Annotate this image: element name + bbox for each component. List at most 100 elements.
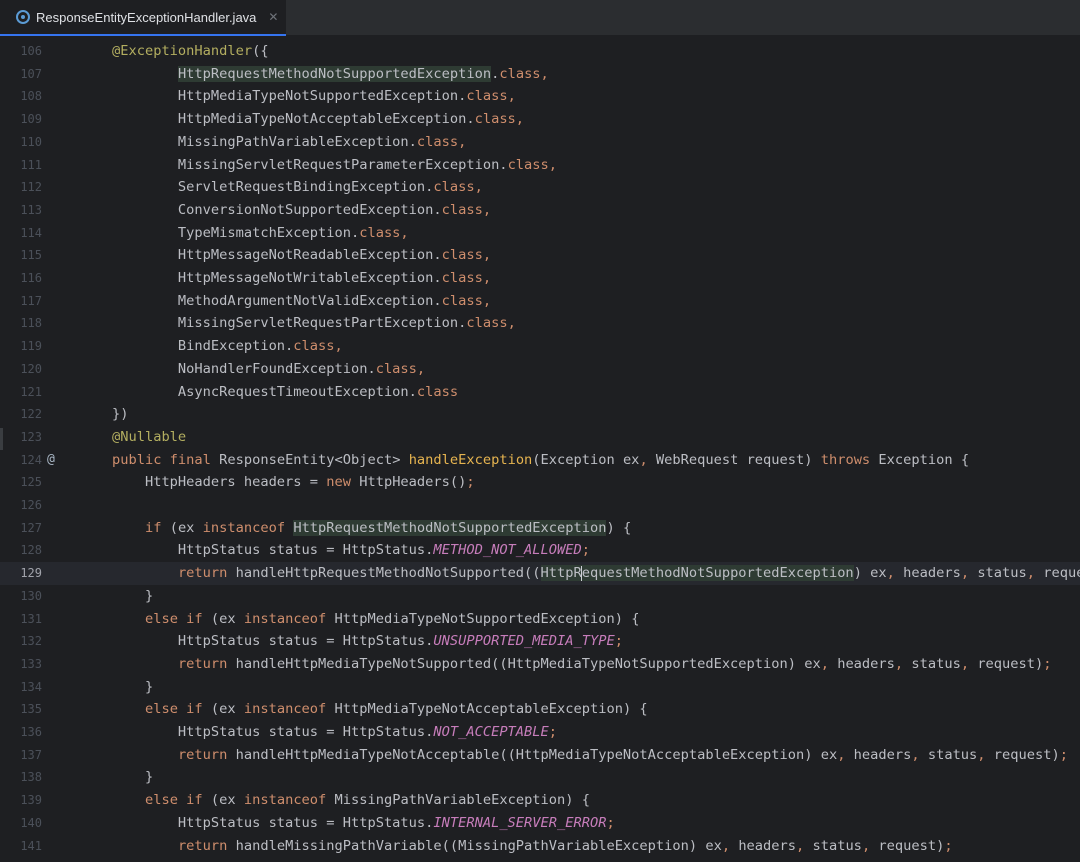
code-line[interactable]: 118 MissingServletRequestPartException.c… — [0, 312, 1080, 335]
code-token: class — [474, 111, 516, 128]
code-token: @Nullable — [112, 428, 187, 445]
code-token: , — [796, 837, 813, 854]
java-class-icon — [16, 10, 30, 24]
code-line[interactable]: 106 @ExceptionHandler({ — [0, 40, 1080, 63]
line-number: 134 — [20, 679, 42, 694]
code-token: MissingPathVariableException. — [112, 133, 417, 150]
code-token: HttpHeaders headers = — [112, 474, 327, 491]
code-line[interactable]: 113 ConversionNotSupportedException.clas… — [0, 199, 1080, 222]
code-token: headers — [738, 837, 796, 854]
code-token: class — [441, 201, 483, 218]
code-token: ; — [606, 814, 615, 831]
code-line[interactable]: 111 MissingServletRequestParameterExcept… — [0, 154, 1080, 177]
code-line[interactable]: 127 if (ex instanceof HttpRequestMethodN… — [0, 517, 1080, 540]
code-text: NoHandlerFoundException.class, — [112, 358, 425, 381]
code-token: , — [1026, 565, 1044, 582]
code-line[interactable]: 123 @Nullable — [0, 426, 1080, 449]
editor-tab[interactable]: ResponseEntityExceptionHandler.java ✕ — [0, 0, 286, 36]
code-token: class — [466, 88, 508, 105]
line-number: 140 — [20, 815, 42, 830]
code-token: , — [482, 292, 492, 309]
code-token: , — [639, 451, 656, 468]
line-number: 110 — [20, 134, 42, 149]
code-token: return — [177, 746, 236, 763]
code-line[interactable]: 128 HttpStatus status = HttpStatus.METHO… — [0, 539, 1080, 562]
code-line[interactable]: 133 return handleHttpMediaTypeNotSupport… — [0, 653, 1080, 676]
line-number: 124 — [20, 452, 42, 467]
code-line[interactable]: 138 } — [0, 766, 1080, 789]
line-number: 132 — [20, 634, 42, 649]
line-number: 115 — [20, 248, 42, 263]
code-line[interactable]: 114 TypeMismatchException.class, — [0, 222, 1080, 245]
code-text: HttpStatus status = HttpStatus.METHOD_NO… — [112, 539, 590, 562]
code-line[interactable]: 137 return handleHttpMediaTypeNotAccepta… — [0, 744, 1080, 767]
line-number: 131 — [20, 611, 42, 626]
code-line[interactable]: 141 return handleMissingPathVariable((Mi… — [0, 835, 1080, 858]
code-token: HttpStatus status = HttpStatus. — [112, 814, 434, 831]
code-token: public final — [112, 451, 220, 468]
code-text: } — [112, 676, 153, 699]
code-token: handleMissingPathVariable((MissingPathVa… — [235, 837, 722, 854]
code-token: , — [482, 247, 492, 264]
code-text: TypeMismatchException.class, — [112, 222, 409, 245]
code-line[interactable]: 122}) — [0, 403, 1080, 426]
code-token: handleHttpMediaTypeNotSupported((HttpMed… — [235, 655, 821, 672]
line-number: 128 — [20, 543, 42, 558]
code-text: HttpMessageNotWritableException.class, — [112, 267, 491, 290]
code-token: return — [177, 565, 236, 582]
code-line[interactable]: 107 HttpRequestMethodNotSupportedExcepti… — [0, 63, 1080, 86]
code-token: status — [812, 837, 862, 854]
code-token: , — [507, 88, 516, 105]
code-line[interactable]: 140 HttpStatus status = HttpStatus.INTER… — [0, 812, 1080, 835]
code-line[interactable]: 120 NoHandlerFoundException.class, — [0, 358, 1080, 381]
line-number: 106 — [20, 44, 42, 58]
code-token: , — [820, 655, 838, 672]
code-text: else if (ex instanceof HttpMediaTypeNotS… — [112, 608, 639, 631]
code-text: HttpMediaTypeNotSupportedException.class… — [112, 85, 516, 108]
code-line[interactable]: 126 — [0, 494, 1080, 517]
code-text: return handleHttpRequestMethodNotSupport… — [112, 562, 1080, 585]
code-token: , — [861, 837, 879, 854]
code-token: instanceof — [243, 610, 335, 627]
code-line[interactable]: 136 HttpStatus status = HttpStatus.NOT_A… — [0, 721, 1080, 744]
code-line[interactable]: 108 HttpMediaTypeNotSupportedException.c… — [0, 85, 1080, 108]
code-token: , — [458, 133, 467, 150]
code-line[interactable]: 112 ServletRequestBindingException.class… — [0, 176, 1080, 199]
line-number: 139 — [20, 793, 42, 808]
code-text: HttpStatus status = HttpStatus.UNSUPPORT… — [112, 630, 623, 653]
code-line[interactable]: 117 MethodArgumentNotValidException.clas… — [0, 290, 1080, 313]
code-token: , — [977, 746, 994, 763]
code-line[interactable]: 125 HttpHeaders headers = new HttpHeader… — [0, 471, 1080, 494]
code-text: MissingServletRequestPartException.class… — [112, 312, 516, 335]
code-line[interactable]: 135 else if (ex instanceof HttpMediaType… — [0, 698, 1080, 721]
code-line[interactable]: 115 HttpMessageNotReadableException.clas… — [0, 244, 1080, 267]
code-token: headers — [903, 565, 961, 582]
code-line[interactable]: 139 else if (ex instanceof MissingPathVa… — [0, 789, 1080, 812]
code-token: ) ex — [853, 565, 887, 582]
code-line[interactable]: 116 HttpMessageNotWritableException.clas… — [0, 267, 1080, 290]
code-text: else if (ex instanceof MissingPathVariab… — [112, 789, 590, 812]
code-line[interactable]: 130 } — [0, 585, 1080, 608]
code-text: HttpRequestMethodNotSupportedException.c… — [112, 63, 549, 86]
code-line[interactable]: 109 HttpMediaTypeNotAcceptableException.… — [0, 108, 1080, 131]
code-token: class — [441, 247, 483, 264]
tab-label: ResponseEntityExceptionHandler.java — [36, 9, 257, 25]
code-line[interactable]: 119 BindException.class, — [0, 335, 1080, 358]
line-number: 114 — [20, 225, 42, 240]
code-line[interactable]: 124 @ public final ResponseEntity<Object> … — [0, 449, 1080, 472]
code-editor[interactable]: 106 @ExceptionHandler({107 HttpRequestMet… — [0, 38, 1080, 862]
line-number: 141 — [20, 838, 42, 853]
code-line[interactable]: 134 } — [0, 676, 1080, 699]
code-token: } — [112, 678, 154, 695]
code-line[interactable]: 129 return handleHttpRequestMethodNotSup… — [0, 562, 1080, 585]
code-line[interactable]: 110 MissingPathVariableException.class, — [0, 131, 1080, 154]
code-line[interactable]: 132 HttpStatus status = HttpStatus.UNSUP… — [0, 630, 1080, 653]
code-line[interactable]: 131 else if (ex instanceof HttpMediaType… — [0, 608, 1080, 631]
code-line[interactable]: 121 AsyncRequestTimeoutException.class — [0, 381, 1080, 404]
annotation-gutter-icon[interactable]: @ — [47, 449, 55, 472]
line-number: 122 — [20, 407, 42, 422]
code-token: ; — [944, 837, 953, 854]
close-icon[interactable]: ✕ — [268, 10, 278, 24]
